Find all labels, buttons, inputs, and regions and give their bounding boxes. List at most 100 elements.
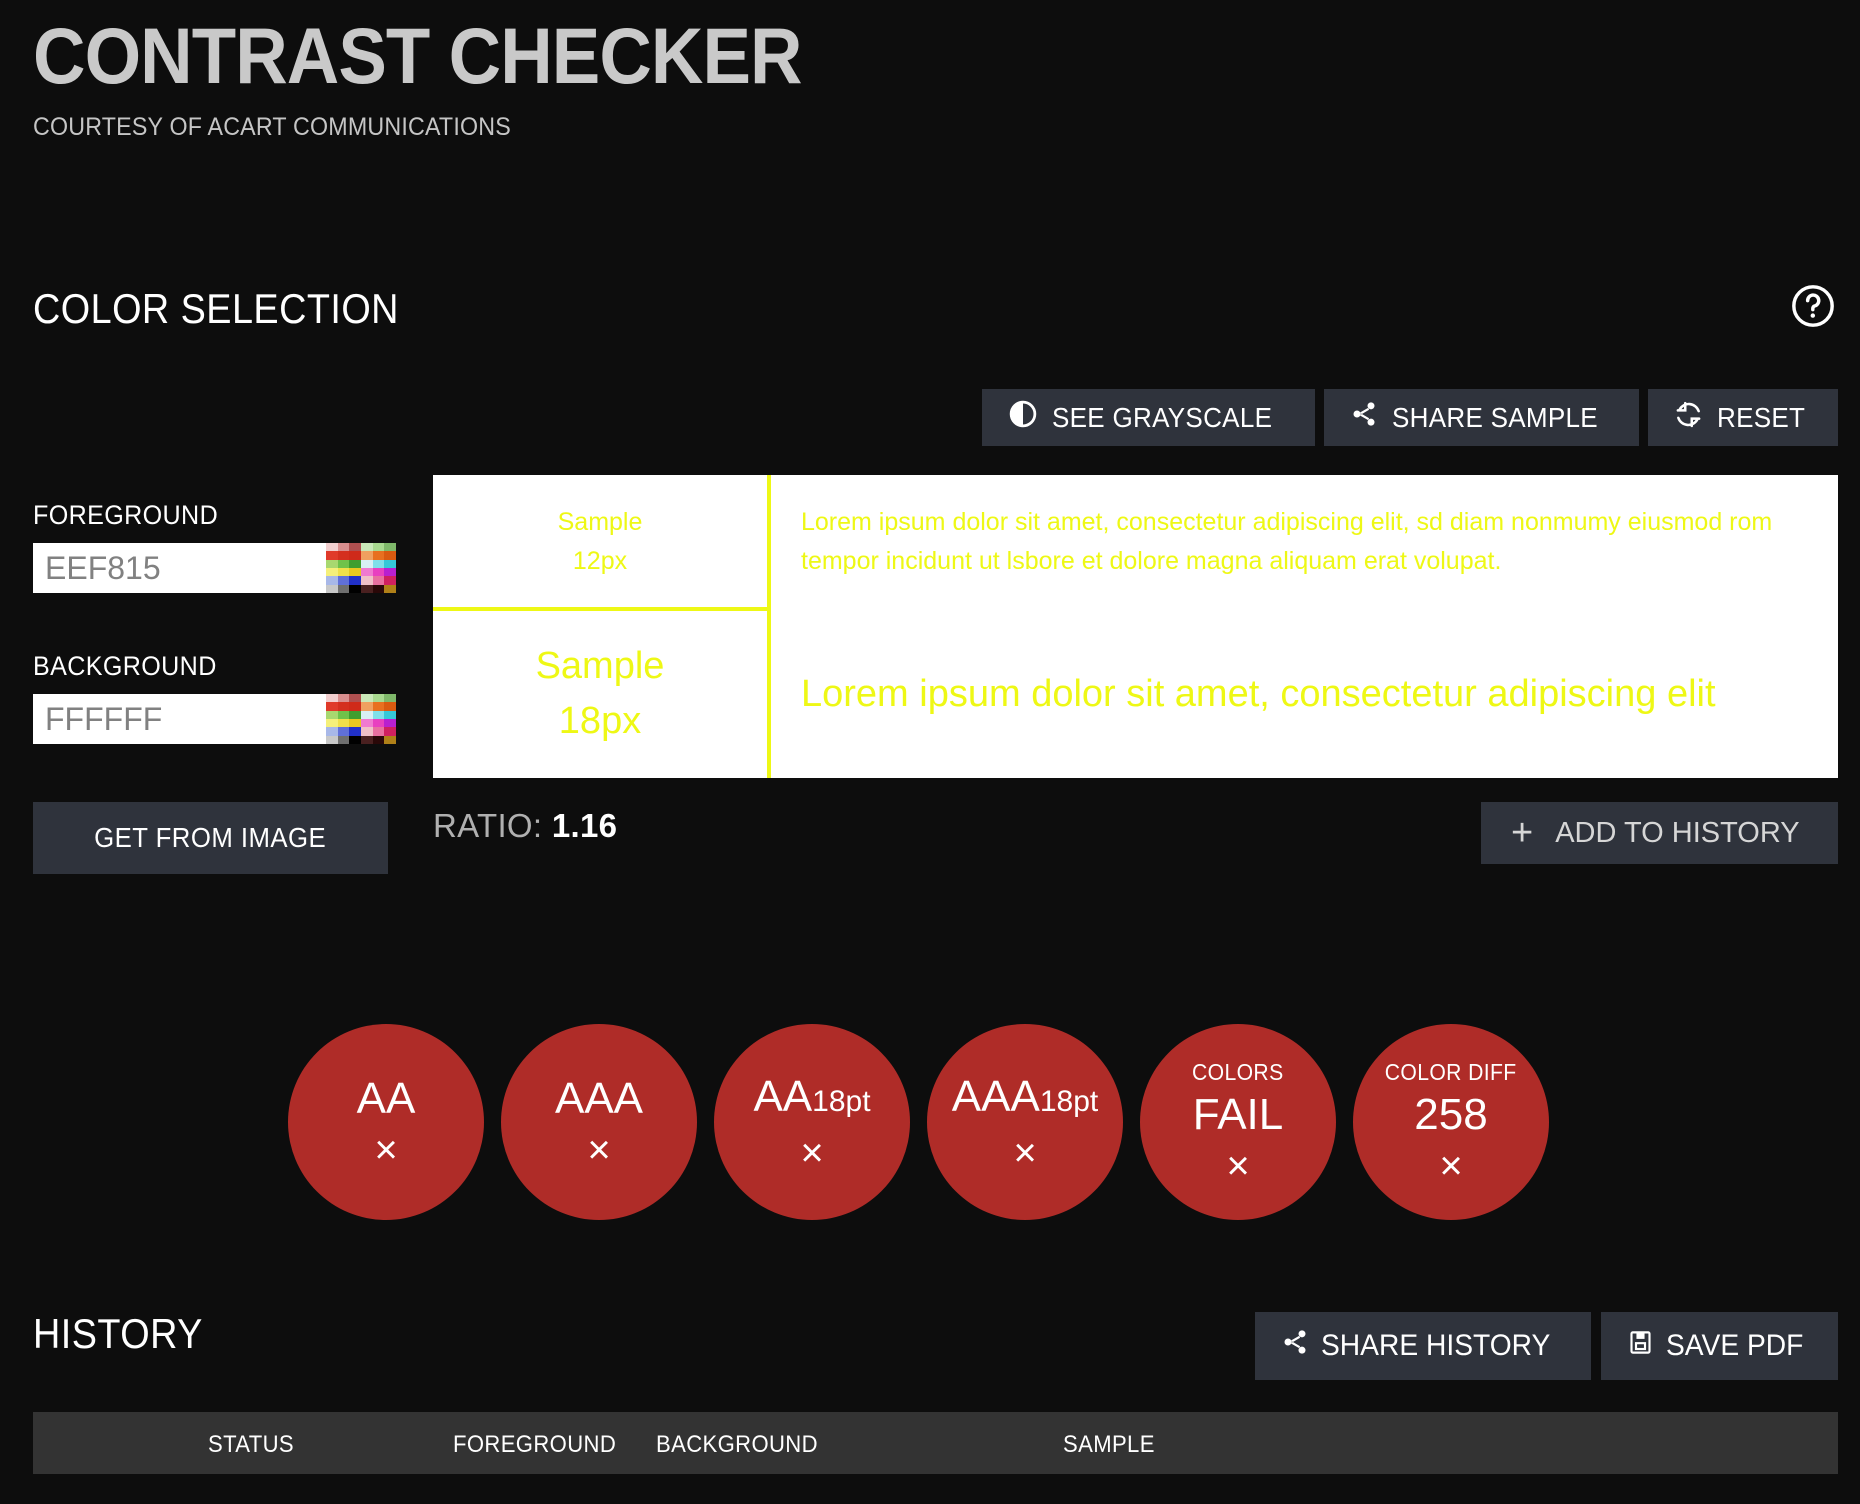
reset-button[interactable]: RESET xyxy=(1648,389,1838,446)
palette-swatch[interactable] xyxy=(372,584,385,593)
palette-swatch[interactable] xyxy=(349,735,361,744)
palette-swatch[interactable] xyxy=(361,727,373,736)
palette-swatch[interactable] xyxy=(326,727,338,736)
palette-swatch[interactable] xyxy=(372,559,385,568)
palette-swatch[interactable] xyxy=(372,727,385,736)
palette-swatch[interactable] xyxy=(326,718,338,728)
sample-body-18px: Lorem ipsum dolor sit amet, consectetur … xyxy=(801,672,1716,715)
palette-swatch[interactable] xyxy=(372,702,385,711)
palette-swatch[interactable] xyxy=(361,702,373,711)
palette-swatch[interactable] xyxy=(349,567,361,577)
background-hex-input[interactable] xyxy=(33,694,326,744)
share-sample-button[interactable]: SHARE SAMPLE xyxy=(1323,389,1640,446)
save-pdf-button[interactable]: SAVE PDF xyxy=(1600,1312,1838,1380)
sample-row-18px: Sample 18px Lorem ipsum dolor sit amet, … xyxy=(433,609,1838,778)
palette-swatch[interactable] xyxy=(384,735,396,744)
palette-swatch[interactable] xyxy=(361,735,373,744)
palette-swatch[interactable] xyxy=(384,727,396,736)
sample-horizontal-divider xyxy=(433,607,767,611)
palette-swatch[interactable] xyxy=(384,567,396,577)
palette-swatch[interactable] xyxy=(361,710,373,719)
palette-swatch[interactable] xyxy=(384,694,396,703)
reset-label: RESET xyxy=(1717,401,1806,433)
palette-swatch[interactable] xyxy=(337,710,350,719)
palette-swatch[interactable] xyxy=(372,543,385,552)
palette-swatch[interactable] xyxy=(326,559,338,568)
palette-swatch[interactable] xyxy=(372,567,385,577)
sample-caption-12px-line1: Sample xyxy=(557,508,643,536)
palette-swatch[interactable] xyxy=(361,543,373,552)
palette-swatch[interactable] xyxy=(361,551,373,560)
palette-swatch[interactable] xyxy=(361,694,373,703)
sample-caption-18px-line2: 18px xyxy=(558,699,642,742)
palette-swatch[interactable] xyxy=(337,576,350,585)
palette-swatch[interactable] xyxy=(326,576,338,585)
palette-swatch[interactable] xyxy=(361,576,373,585)
palette-swatch[interactable] xyxy=(372,694,385,703)
palette-swatch[interactable] xyxy=(349,584,361,593)
palette-swatch[interactable] xyxy=(337,727,350,736)
foreground-color-palette-icon[interactable] xyxy=(326,543,396,593)
palette-swatch[interactable] xyxy=(361,584,373,593)
palette-swatch[interactable] xyxy=(326,702,338,711)
palette-swatch[interactable] xyxy=(349,710,361,719)
palette-swatch[interactable] xyxy=(372,551,385,560)
palette-swatch[interactable] xyxy=(361,559,373,568)
palette-swatch[interactable] xyxy=(361,718,373,728)
palette-swatch[interactable] xyxy=(337,584,350,593)
palette-swatch[interactable] xyxy=(349,718,361,728)
palette-swatch[interactable] xyxy=(326,694,338,703)
palette-swatch[interactable] xyxy=(372,710,385,719)
help-circle-icon[interactable] xyxy=(1790,283,1836,329)
add-to-history-label: ADD TO HISTORY xyxy=(1555,816,1800,849)
palette-swatch[interactable] xyxy=(372,576,385,585)
palette-swatch[interactable] xyxy=(372,735,385,744)
palette-swatch[interactable] xyxy=(337,559,350,568)
palette-swatch[interactable] xyxy=(337,694,350,703)
palette-swatch[interactable] xyxy=(384,702,396,711)
palette-swatch[interactable] xyxy=(326,567,338,577)
palette-swatch[interactable] xyxy=(337,718,350,728)
palette-swatch[interactable] xyxy=(349,702,361,711)
palette-swatch[interactable] xyxy=(384,584,396,593)
palette-swatch[interactable] xyxy=(384,718,396,728)
palette-swatch[interactable] xyxy=(349,551,361,560)
palette-swatch[interactable] xyxy=(337,543,350,552)
palette-swatch[interactable] xyxy=(372,718,385,728)
palette-swatch[interactable] xyxy=(326,584,338,593)
background-color-palette-icon[interactable] xyxy=(326,694,396,744)
foreground-field-row xyxy=(33,543,396,593)
palette-swatch[interactable] xyxy=(349,727,361,736)
fail-x-icon: × xyxy=(1226,1143,1250,1188)
see-grayscale-button[interactable]: SEE GRAYSCALE xyxy=(981,389,1315,446)
palette-swatch[interactable] xyxy=(326,710,338,719)
foreground-hex-input[interactable] xyxy=(33,543,326,593)
palette-swatch[interactable] xyxy=(326,735,338,744)
palette-swatch[interactable] xyxy=(384,551,396,560)
palette-swatch[interactable] xyxy=(326,543,338,552)
sample-caption-12px: Sample 12px xyxy=(433,475,767,609)
palette-swatch[interactable] xyxy=(349,576,361,585)
result-label-subscript: 18pt xyxy=(812,1084,871,1118)
palette-swatch[interactable] xyxy=(337,702,350,711)
palette-swatch[interactable] xyxy=(384,576,396,585)
palette-swatch[interactable] xyxy=(326,551,338,560)
add-to-history-button[interactable]: + ADD TO HISTORY xyxy=(1481,802,1838,864)
palette-swatch[interactable] xyxy=(349,559,361,568)
palette-swatch[interactable] xyxy=(384,543,396,552)
fail-x-icon: × xyxy=(587,1128,611,1172)
share-history-button[interactable]: SHARE HISTORY xyxy=(1254,1312,1591,1380)
palette-swatch[interactable] xyxy=(384,559,396,568)
palette-swatch[interactable] xyxy=(337,551,350,560)
result-circle-4: AAA18pt × xyxy=(927,1024,1123,1220)
palette-swatch[interactable] xyxy=(384,710,396,719)
palette-swatch[interactable] xyxy=(361,567,373,577)
column-header-sample: SAMPLE xyxy=(1063,1431,1155,1458)
sample-caption-18px: Sample 18px xyxy=(433,609,767,778)
palette-swatch[interactable] xyxy=(349,543,361,552)
result-label: AA18pt xyxy=(753,1071,871,1121)
palette-swatch[interactable] xyxy=(349,694,361,703)
get-from-image-button[interactable]: GET FROM IMAGE xyxy=(33,802,388,874)
palette-swatch[interactable] xyxy=(337,735,350,744)
palette-swatch[interactable] xyxy=(337,567,350,577)
